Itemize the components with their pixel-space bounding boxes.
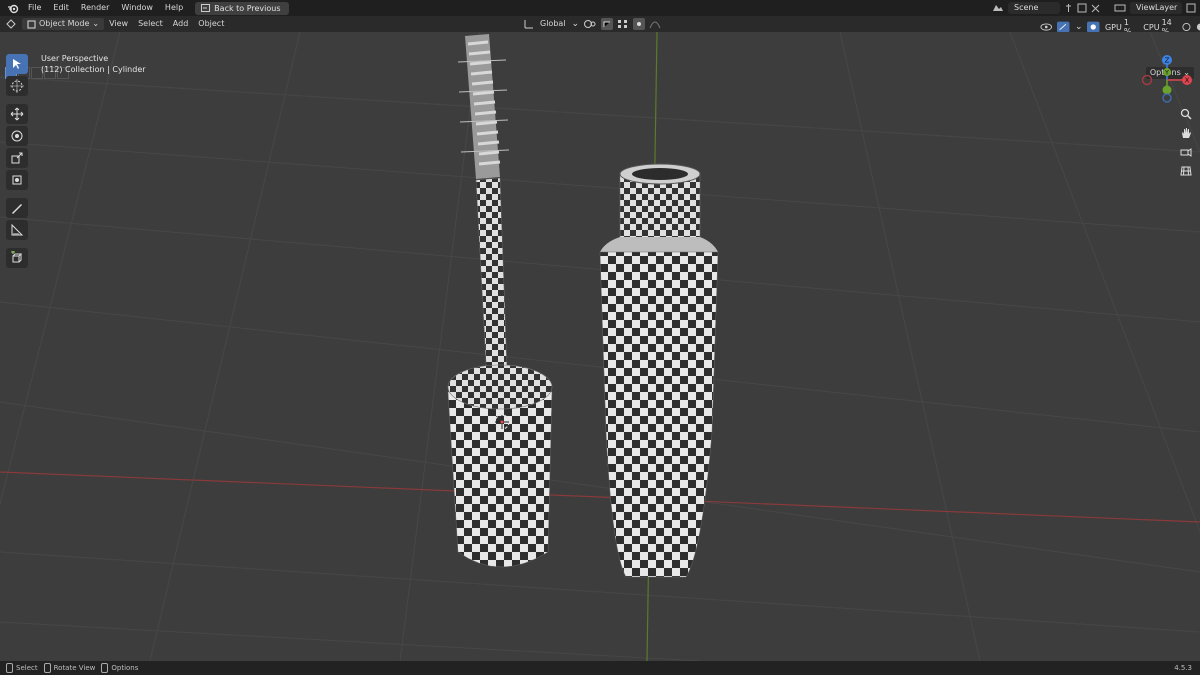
pivot-point-icon[interactable]: [583, 19, 597, 29]
active-object-label: (112) Collection | Cylinder: [41, 65, 146, 74]
menu-window[interactable]: Window: [115, 0, 159, 16]
tube-shoulder: [600, 237, 718, 252]
scene-icon: [993, 5, 1003, 11]
chevron-down-icon: ⌄: [92, 19, 100, 28]
mouse-right-icon: [101, 663, 109, 673]
top-menu-bar: File Edit Render Window Help Back to Pre…: [0, 0, 1200, 16]
mode-dropdown[interactable]: Object Mode ⌄: [22, 18, 105, 30]
tool-shelf: [6, 54, 28, 268]
floor-grid: [0, 32, 1200, 661]
status-rotate-label: Rotate View: [53, 664, 96, 672]
scale-icon: [11, 152, 23, 164]
editor-type-icon[interactable]: [0, 19, 22, 29]
status-select-label: Select: [16, 664, 38, 672]
pan-button[interactable]: [1178, 125, 1194, 141]
shading-solid-icon[interactable]: [1196, 22, 1200, 32]
gpu-label: GPU: [1104, 22, 1122, 32]
header-view-menu[interactable]: View: [104, 18, 133, 30]
zoom-icon: [1180, 108, 1192, 120]
menu-edit[interactable]: Edit: [47, 0, 75, 16]
transform-orientation-dropdown[interactable]: Global: [538, 18, 568, 30]
tool-cursor[interactable]: [6, 76, 28, 96]
tube-body: [599, 251, 719, 578]
header-object-menu[interactable]: Object: [193, 18, 229, 30]
select-box-icon: [13, 59, 21, 69]
add-cube-icon: [11, 251, 23, 263]
3d-viewport[interactable]: Options ⌄ User Perspective (112) Collect…: [0, 32, 1200, 661]
status-select: Select: [6, 663, 38, 673]
mouse-left-icon: [6, 663, 13, 673]
version-label: 4.5.3: [1174, 664, 1192, 672]
menu-render[interactable]: Render: [75, 0, 115, 16]
shading-wireframe-icon[interactable]: [1182, 22, 1191, 32]
blender-logo-icon[interactable]: [4, 0, 22, 16]
snap-icon[interactable]: [601, 18, 614, 30]
tool-scale[interactable]: [6, 148, 28, 168]
tool-measure[interactable]: [6, 220, 28, 240]
viewport-header: Object Mode ⌄ View Select Add Object Glo…: [0, 16, 1200, 36]
camera-view-button[interactable]: [1178, 144, 1194, 160]
back-to-previous-label: Back to Previous: [214, 3, 281, 13]
gizmo-x-label: X: [1185, 77, 1190, 85]
new-scene-icon[interactable]: [1077, 3, 1087, 13]
tool-transform[interactable]: [6, 170, 28, 190]
perspective-label: User Perspective: [41, 54, 109, 63]
menu-file[interactable]: File: [22, 0, 47, 16]
back-icon: [201, 4, 211, 12]
gizmo-z-label: Z: [1165, 57, 1170, 65]
gizmo-neg-x[interactable]: [1141, 74, 1153, 86]
zoom-button[interactable]: [1178, 106, 1194, 122]
mode-label: Object Mode: [39, 19, 90, 28]
transform-orientation-icon: [524, 20, 533, 29]
header-add-menu[interactable]: Add: [168, 18, 194, 30]
grid-icon: [1180, 166, 1192, 176]
rotate-icon: [11, 130, 23, 142]
falloff-icon[interactable]: [649, 19, 661, 29]
gizmo-neg-z[interactable]: [1162, 93, 1172, 103]
perspective-toggle-button[interactable]: [1178, 163, 1194, 179]
visibility-icon[interactable]: [1040, 22, 1053, 32]
close-scene-icon[interactable]: [1091, 4, 1100, 13]
view-layer-field[interactable]: ViewLayer: [1130, 2, 1182, 14]
mouse-middle-icon: [43, 663, 51, 673]
mascara-tube[interactable]: [599, 163, 719, 578]
tool-select-box[interactable]: [6, 54, 28, 74]
x-axis-line: [0, 471, 1200, 523]
back-to-previous-button[interactable]: Back to Previous: [195, 1, 289, 15]
proportional-edit-icon[interactable]: [633, 18, 646, 30]
chevron-down-icon: ⌄: [1074, 22, 1083, 32]
tool-move[interactable]: [6, 104, 28, 124]
viewport-scene[interactable]: [0, 32, 1200, 661]
cpu-label: CPU: [1143, 22, 1160, 32]
hand-icon: [1182, 128, 1191, 138]
status-options-label: Options: [111, 664, 139, 672]
annotate-icon: [12, 204, 22, 214]
navigation-gizmo[interactable]: Z X Y: [1140, 52, 1198, 104]
gizmo-neg-y[interactable]: [1162, 85, 1172, 95]
status-bar: Select Rotate View Options 4.5.3: [0, 661, 1200, 675]
transform-icon: [12, 175, 22, 185]
status-options: Options: [101, 663, 138, 673]
new-viewlayer-icon[interactable]: [1186, 3, 1196, 13]
camera-icon: [1180, 148, 1192, 157]
cursor-icon: [10, 79, 24, 93]
scene-field[interactable]: Scene: [1008, 2, 1060, 14]
tool-annotate[interactable]: [6, 198, 28, 218]
viewlayer-icon: [1114, 4, 1126, 12]
chevron-down-icon: ⌄: [571, 19, 580, 29]
snap-target-icon[interactable]: [617, 19, 629, 29]
tool-add-cube[interactable]: [6, 248, 28, 268]
cap-top: [447, 364, 553, 410]
scene-selector: Scene ViewLayer: [992, 1, 1200, 15]
gizmo-y-label: Y: [1164, 70, 1169, 77]
object-mode-icon: [27, 20, 36, 28]
pin-icon[interactable]: [1064, 3, 1073, 13]
menu-help[interactable]: Help: [159, 0, 189, 16]
move-icon: [10, 107, 24, 121]
mascara-wand[interactable]: [447, 34, 553, 568]
header-select-menu[interactable]: Select: [133, 18, 168, 30]
measure-icon: [11, 223, 24, 236]
status-rotate: Rotate View: [43, 663, 96, 673]
tool-rotate[interactable]: [6, 126, 28, 146]
